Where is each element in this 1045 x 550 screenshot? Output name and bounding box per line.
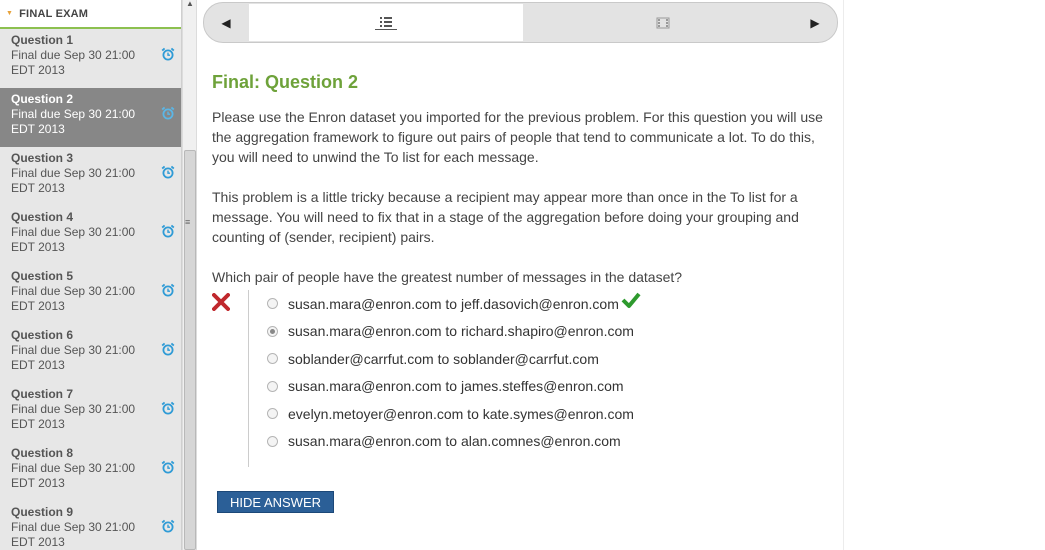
question-due: Final due Sep 30 21:00 bbox=[11, 402, 136, 416]
alarm-clock-icon bbox=[161, 283, 175, 297]
choice-option[interactable]: susan.mara@enron.com to richard.shapiro@… bbox=[267, 318, 837, 346]
question-title: Question 7 bbox=[11, 387, 74, 401]
question-due-tz: EDT 2013 bbox=[11, 535, 65, 549]
question-due-tz: EDT 2013 bbox=[11, 181, 65, 195]
radio-button[interactable] bbox=[267, 408, 278, 420]
alarm-clock-icon bbox=[161, 106, 175, 120]
question-due: Final due Sep 30 21:00 bbox=[11, 461, 136, 475]
correct-checkmark-icon bbox=[621, 292, 641, 308]
scrollbar-grip-icon[interactable]: ≡ bbox=[185, 218, 190, 227]
next-button[interactable]: ▶ bbox=[793, 3, 837, 42]
choice-option[interactable]: susan.mara@enron.com to jeff.dasovich@en… bbox=[267, 290, 837, 318]
question-due: Final due Sep 30 21:00 bbox=[11, 520, 136, 534]
alarm-clock-icon bbox=[161, 224, 175, 238]
question-due-tz: EDT 2013 bbox=[11, 358, 65, 372]
sidebar-item-question-9[interactable]: Question 9 Final due Sep 30 21:00 EDT 20… bbox=[0, 501, 181, 550]
question-title: Question 6 bbox=[11, 328, 74, 342]
previous-button[interactable]: ◀ bbox=[204, 3, 248, 42]
choice-option[interactable]: evelyn.metoyer@enron.com to kate.symes@e… bbox=[267, 400, 837, 428]
question-title: Question 9 bbox=[11, 505, 74, 519]
scroll-up-arrow-icon[interactable]: ▲ bbox=[186, 0, 194, 8]
scrollbar-thumb[interactable] bbox=[184, 150, 196, 550]
radio-button[interactable] bbox=[267, 435, 278, 447]
choice-option[interactable]: susan.mara@enron.com to james.steffes@en… bbox=[267, 373, 837, 401]
alarm-clock-icon bbox=[161, 519, 175, 533]
sidebar-item-question-8[interactable]: Question 8 Final due Sep 30 21:00 EDT 20… bbox=[0, 442, 181, 501]
question-title: Question 1 bbox=[11, 33, 74, 47]
problem-content: Final: Question 2 Please use the Enron d… bbox=[212, 60, 837, 467]
sequence-nav: ◀ ▶ bbox=[203, 2, 838, 43]
question-due: Final due Sep 30 21:00 bbox=[11, 107, 136, 121]
alarm-clock-icon bbox=[161, 47, 175, 61]
problem-paragraph-2: This problem is a little tricky because … bbox=[212, 189, 799, 245]
choice-label[interactable]: susan.mara@enron.com to alan.comnes@enro… bbox=[288, 433, 621, 449]
hide-answer-button[interactable]: HIDE ANSWER bbox=[217, 491, 334, 513]
question-due-tz: EDT 2013 bbox=[11, 417, 65, 431]
choice-label[interactable]: susan.mara@enron.com to james.steffes@en… bbox=[288, 378, 624, 394]
question-title: Question 8 bbox=[11, 446, 74, 460]
question-title: Question 5 bbox=[11, 269, 74, 283]
triangle-right-icon: ▶ bbox=[810, 15, 820, 30]
problem-title: Final: Question 2 bbox=[212, 72, 359, 92]
incorrect-x-icon bbox=[212, 293, 230, 311]
choice-option[interactable]: susan.mara@enron.com to alan.comnes@enro… bbox=[267, 428, 837, 456]
choice-option[interactable]: soblander@carrfut.com to soblander@carrf… bbox=[267, 345, 837, 373]
answer-area: susan.mara@enron.com to jeff.dasovich@en… bbox=[212, 290, 837, 467]
alarm-clock-icon bbox=[161, 342, 175, 356]
sidebar-item-question-2[interactable]: Question 2 Final due Sep 30 21:00 EDT 20… bbox=[0, 88, 181, 147]
alarm-clock-icon bbox=[161, 165, 175, 179]
sidebar-item-question-5[interactable]: Question 5 Final due Sep 30 21:00 EDT 20… bbox=[0, 265, 181, 324]
choice-label[interactable]: evelyn.metoyer@enron.com to kate.symes@e… bbox=[288, 406, 634, 422]
choice-label[interactable]: soblander@carrfut.com to soblander@carrf… bbox=[288, 351, 599, 367]
choice-list: susan.mara@enron.com to jeff.dasovich@en… bbox=[248, 290, 837, 467]
question-due-tz: EDT 2013 bbox=[11, 240, 65, 254]
question-prompt: Which pair of people have the greatest n… bbox=[212, 269, 683, 285]
question-due: Final due Sep 30 21:00 bbox=[11, 48, 136, 62]
alarm-clock-icon bbox=[161, 401, 175, 415]
question-due: Final due Sep 30 21:00 bbox=[11, 225, 136, 239]
sidebar-item-question-4[interactable]: Question 4 Final due Sep 30 21:00 EDT 20… bbox=[0, 206, 181, 265]
sidebar-scrollbar[interactable]: ▲ ≡ bbox=[182, 0, 197, 550]
radio-button[interactable] bbox=[267, 380, 278, 392]
radio-button[interactable] bbox=[267, 298, 278, 310]
tab-video[interactable] bbox=[524, 4, 801, 41]
sidebar-item-question-1[interactable]: Question 1 Final due Sep 30 21:00 EDT 20… bbox=[0, 29, 181, 88]
choice-label[interactable]: susan.mara@enron.com to richard.shapiro@… bbox=[288, 323, 634, 339]
question-due: Final due Sep 30 21:00 bbox=[11, 284, 136, 298]
content-right-border bbox=[843, 0, 844, 550]
question-title: Question 3 bbox=[11, 151, 74, 165]
radio-button[interactable] bbox=[267, 353, 278, 365]
triangle-left-icon: ◀ bbox=[221, 15, 231, 30]
sidebar-item-question-6[interactable]: Question 6 Final due Sep 30 21:00 EDT 20… bbox=[0, 324, 181, 383]
question-due: Final due Sep 30 21:00 bbox=[11, 343, 136, 357]
question-title: Question 4 bbox=[11, 210, 74, 224]
question-due-tz: EDT 2013 bbox=[11, 122, 65, 136]
section-header[interactable]: ▼ FINAL EXAM bbox=[0, 0, 181, 29]
choice-label[interactable]: susan.mara@enron.com to jeff.dasovich@en… bbox=[288, 296, 619, 312]
question-due: Final due Sep 30 21:00 bbox=[11, 166, 136, 180]
section-title: FINAL EXAM bbox=[19, 7, 89, 20]
question-due-tz: EDT 2013 bbox=[11, 63, 65, 77]
sidebar-item-question-7[interactable]: Question 7 Final due Sep 30 21:00 EDT 20… bbox=[0, 383, 181, 442]
question-due-tz: EDT 2013 bbox=[11, 476, 65, 490]
question-title: Question 2 bbox=[11, 92, 74, 106]
alarm-clock-icon bbox=[161, 460, 175, 474]
problem-paragraph-1: Please use the Enron dataset you importe… bbox=[212, 109, 823, 165]
sidebar-item-question-3[interactable]: Question 3 Final due Sep 30 21:00 EDT 20… bbox=[0, 147, 181, 206]
video-film-icon bbox=[656, 17, 669, 28]
radio-button-selected[interactable] bbox=[267, 325, 278, 337]
question-due-tz: EDT 2013 bbox=[11, 299, 65, 313]
problem-list-icon bbox=[375, 16, 397, 30]
expand-triangle-icon: ▼ bbox=[6, 10, 14, 17]
sidebar: ▼ FINAL EXAM Question 1 Final due Sep 30… bbox=[0, 0, 182, 550]
tab-problem[interactable] bbox=[249, 4, 523, 41]
